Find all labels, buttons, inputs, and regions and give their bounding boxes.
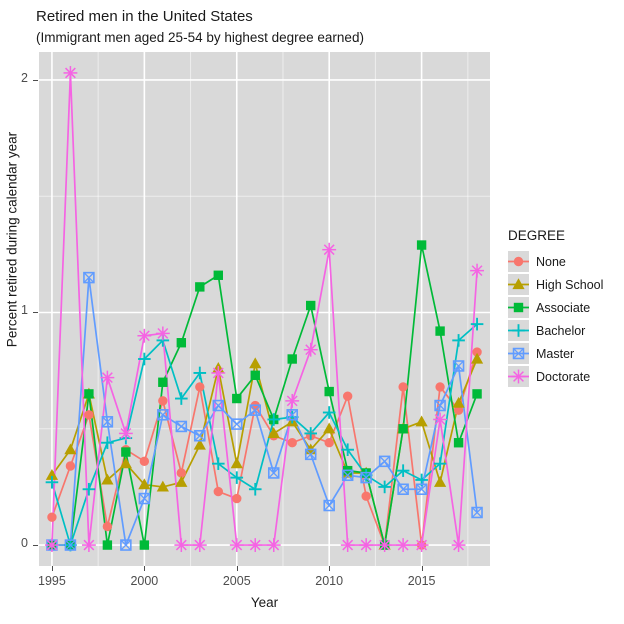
x-tick-label: 2000 [130, 574, 159, 588]
x-tick-mark [421, 566, 423, 571]
legend-item-label: Associate [536, 300, 591, 315]
chart-root: Retired men in the United States (Immigr… [0, 0, 624, 624]
y-tick-mark [33, 79, 38, 81]
legend-item-high-school[interactable]: High School [508, 273, 624, 296]
page-subtitle: (Immigrant men aged 25-54 by highest deg… [36, 30, 364, 45]
legend-key-circle-icon [508, 251, 529, 272]
legend-item-label: High School [536, 277, 604, 292]
series-line-associate [51, 244, 478, 546]
y-tick-mark [33, 545, 38, 547]
legend-item-label: Master [536, 346, 575, 361]
legend-item-label: Doctorate [536, 369, 591, 384]
legend-key-plus-icon [508, 320, 529, 341]
legend-item-bachelor[interactable]: Bachelor [508, 319, 624, 342]
legend-key-asterisk-icon [508, 366, 529, 387]
legend-item-label: None [536, 254, 566, 269]
legend-item-label: Bachelor [536, 323, 586, 338]
plot-panel [39, 52, 490, 566]
legend: DEGREE None High School Associate Bachelor M… [508, 228, 624, 388]
x-tick-label: 1995 [38, 574, 66, 588]
x-tick-mark [144, 566, 146, 571]
x-tick-mark [51, 566, 53, 571]
legend-key-triangle-icon [508, 274, 529, 295]
x-tick-label: 2015 [407, 574, 436, 588]
legend-items: None High School Associate Bachelor Master Do… [508, 250, 624, 388]
x-tick-mark [329, 566, 331, 571]
legend-item-associate[interactable]: Associate [508, 296, 624, 319]
legend-item-doctorate[interactable]: Doctorate [508, 365, 624, 388]
y-axis-label: Percent retired during calendar year [4, 131, 20, 348]
legend-item-master[interactable]: Master [508, 342, 624, 365]
plot-svg [39, 52, 490, 566]
x-tick-mark [236, 566, 238, 571]
series-line-bachelor [51, 323, 478, 546]
x-tick-label: 2005 [222, 574, 251, 588]
y-tick-mark [33, 312, 38, 314]
x-axis-label: Year [250, 595, 279, 610]
series-line-none [51, 351, 478, 546]
legend-key-square-x-icon [508, 343, 529, 364]
page-title: Retired men in the United States [36, 8, 253, 25]
legend-title: DEGREE [508, 228, 566, 243]
y-tick-label: 0 [21, 536, 28, 551]
legend-key-square-icon [508, 297, 529, 318]
legend-item-none[interactable]: None [508, 250, 624, 273]
y-tick-label: 2 [21, 70, 28, 85]
x-tick-label: 2010 [315, 574, 344, 588]
